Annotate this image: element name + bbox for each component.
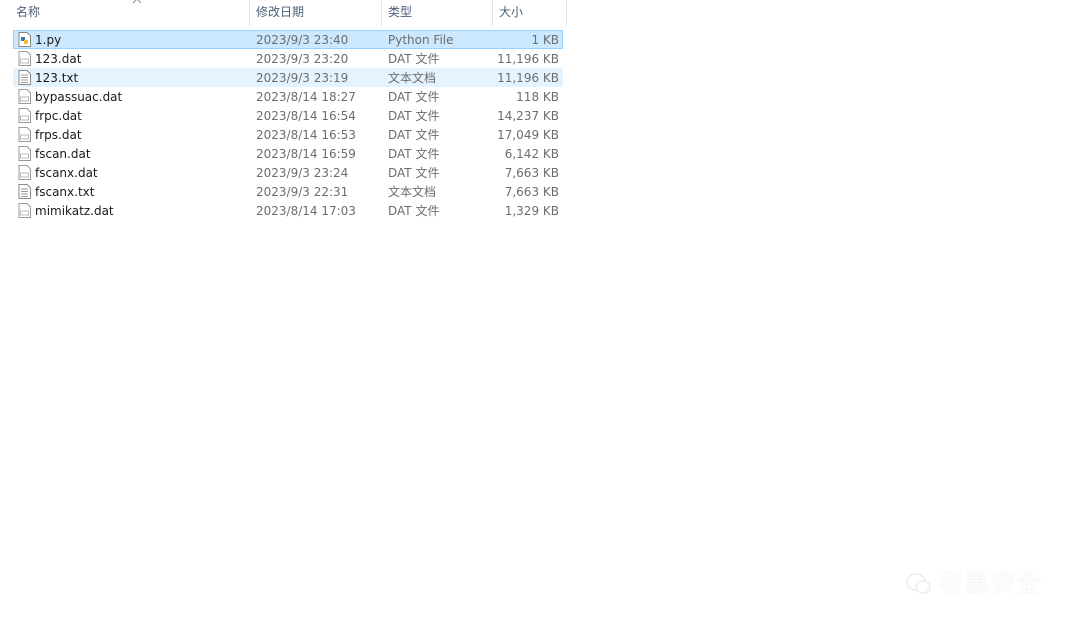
column-header-date-label: 修改日期 <box>256 5 305 19</box>
file-size: 6,142 KB <box>504 147 559 161</box>
file-date: 2023/9/3 23:40 <box>256 33 349 47</box>
text-file-icon <box>18 184 31 199</box>
dat-file-icon <box>18 127 31 142</box>
file-row[interactable]: frpc.dat 2023/8/14 16:54 DAT 文件 14,237 KB <box>13 106 563 125</box>
column-header-name-label: 名称 <box>16 5 41 19</box>
file-type: DAT 文件 <box>388 128 440 142</box>
file-name: fscan.dat <box>35 147 91 161</box>
file-row[interactable]: mimikatz.dat 2023/8/14 17:03 DAT 文件 1,329 K… <box>13 201 563 220</box>
file-type: 文本文档 <box>388 185 437 199</box>
file-row[interactable]: frps.dat 2023/8/14 16:53 DAT 文件 17,049 KB <box>13 125 563 144</box>
sort-ascending-icon <box>132 0 142 4</box>
file-row[interactable]: bypassuac.dat 2023/8/14 18:27 DAT 文件 118 KB <box>13 87 563 106</box>
file-type: DAT 文件 <box>388 147 440 161</box>
column-header-date[interactable]: 修改日期 <box>250 0 382 26</box>
file-type: DAT 文件 <box>388 90 440 104</box>
file-date: 2023/9/3 22:31 <box>256 185 349 199</box>
file-date: 2023/8/14 16:54 <box>256 109 356 123</box>
file-date: 2023/8/14 16:53 <box>256 128 356 142</box>
file-type: DAT 文件 <box>388 109 440 123</box>
file-type: DAT 文件 <box>388 204 440 218</box>
column-header-size[interactable]: 大小 <box>493 0 567 26</box>
file-explorer: 名称 修改日期 类型 大小 1.py 2023/9/3 23:40 Python F… <box>0 0 567 230</box>
file-size: 1,329 KB <box>504 204 559 218</box>
file-row[interactable]: 1.py 2023/9/3 23:40 Python File 1 KB <box>13 30 563 49</box>
file-name: fscanx.dat <box>35 166 98 180</box>
file-date: 2023/8/14 17:03 <box>256 204 356 218</box>
column-header-size-label: 大小 <box>499 5 524 19</box>
file-date: 2023/8/14 18:27 <box>256 90 356 104</box>
dat-file-icon <box>18 108 31 123</box>
file-size: 11,196 KB <box>497 52 559 66</box>
file-row[interactable]: 123.dat 2023/9/3 23:20 DAT 文件 11,196 KB <box>13 49 563 68</box>
file-size: 118 KB <box>516 90 559 104</box>
file-name: frps.dat <box>35 128 82 142</box>
file-size: 11,196 KB <box>497 71 559 85</box>
dat-file-icon <box>18 165 31 180</box>
file-list: 1.py 2023/9/3 23:40 Python File 1 KB 123.dat… <box>13 30 563 220</box>
file-size: 7,663 KB <box>504 185 559 199</box>
watermark: 老鑫安全 <box>905 566 1055 602</box>
file-size: 1 KB <box>531 33 559 47</box>
file-date: 2023/9/3 23:20 <box>256 52 349 66</box>
column-header-name[interactable]: 名称 <box>8 0 250 26</box>
file-type: DAT 文件 <box>388 166 440 180</box>
file-size: 14,237 KB <box>497 109 559 123</box>
file-name: fscanx.txt <box>35 185 95 199</box>
file-row[interactable]: fscan.dat 2023/8/14 16:59 DAT 文件 6,142 KB <box>13 144 563 163</box>
python-file-icon <box>18 32 31 47</box>
file-date: 2023/8/14 16:59 <box>256 147 356 161</box>
column-header-type-label: 类型 <box>388 5 413 19</box>
file-name: mimikatz.dat <box>35 204 114 218</box>
file-name: 123.txt <box>35 71 79 85</box>
file-date: 2023/9/3 23:19 <box>256 71 349 85</box>
file-size: 7,663 KB <box>504 166 559 180</box>
file-name: 1.py <box>35 33 62 47</box>
file-name: bypassuac.dat <box>35 90 123 104</box>
watermark-text: 老鑫安全 <box>939 569 1043 597</box>
file-row[interactable]: 123.txt 2023/9/3 23:19 文本文档 11,196 KB <box>13 68 563 87</box>
file-size: 17,049 KB <box>497 128 559 142</box>
file-name: 123.dat <box>35 52 82 66</box>
column-header-bar: 名称 修改日期 类型 大小 <box>0 0 567 26</box>
column-header-type[interactable]: 类型 <box>382 0 493 26</box>
text-file-icon <box>18 70 31 85</box>
dat-file-icon <box>18 51 31 66</box>
file-name: frpc.dat <box>35 109 82 123</box>
file-type: 文本文档 <box>388 71 437 85</box>
wechat-logo-icon <box>906 573 931 594</box>
file-row[interactable]: fscanx.dat 2023/9/3 23:24 DAT 文件 7,663 KB <box>13 163 563 182</box>
file-type: Python File <box>388 33 454 47</box>
file-date: 2023/9/3 23:24 <box>256 166 349 180</box>
dat-file-icon <box>18 203 31 218</box>
file-type: DAT 文件 <box>388 52 440 66</box>
file-row[interactable]: fscanx.txt 2023/9/3 22:31 文本文档 7,663 KB <box>13 182 563 201</box>
dat-file-icon <box>18 89 31 104</box>
dat-file-icon <box>18 146 31 161</box>
